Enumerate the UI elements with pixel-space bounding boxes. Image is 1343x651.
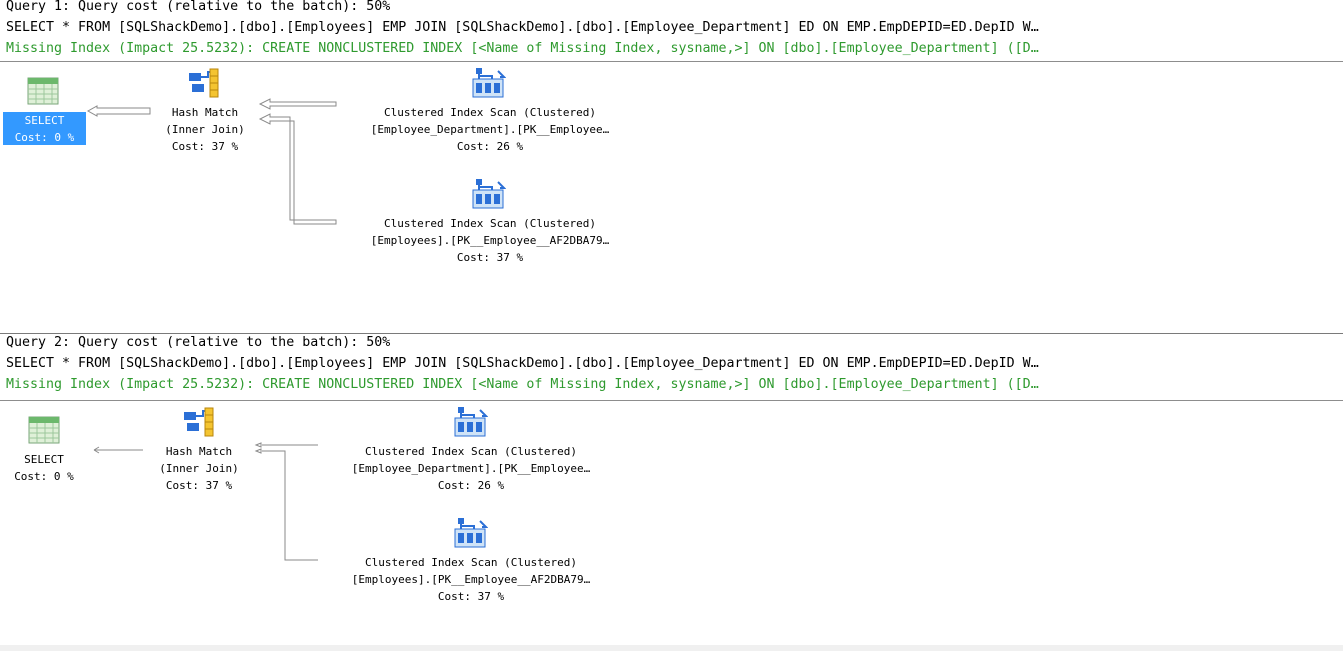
scan-1-node[interactable]: Clustered Index Scan (Clustered) [Employ… (330, 104, 650, 155)
clustered-index-scan-icon[interactable] (454, 517, 489, 553)
query-2-plan-pane[interactable]: Query 2: Query cost (relative to the bat… (0, 333, 1343, 645)
hash-match-node[interactable]: Hash Match (Inner Join) Cost: 37 % (134, 443, 264, 494)
select-icon[interactable] (27, 77, 59, 109)
hash-match-icon[interactable] (183, 407, 215, 441)
select-node-label: SELECT (24, 114, 65, 127)
scan-1-cost: Cost: 26 % (437, 479, 505, 492)
select-node-cost: Cost: 0 % (14, 470, 74, 483)
scan-1-object: [Employee_Department].[PK__Employee… (370, 123, 610, 136)
select-node-selection[interactable]: SELECT Cost: 0 % (3, 112, 86, 145)
query-1-plan-pane[interactable]: Query 1: Query cost (relative to the bat… (0, 0, 1343, 333)
hash-match-sub: (Inner Join) (159, 462, 239, 475)
query-1-plan-arrows (86, 98, 337, 225)
scan-1-node[interactable]: Clustered Index Scan (Clustered) [Employ… (311, 443, 631, 494)
select-node-label: SELECT (24, 453, 64, 466)
select-node[interactable]: SELECT Cost: 0 % (0, 451, 88, 485)
scan-2-cost: Cost: 37 % (456, 251, 524, 264)
scan-2-label: Clustered Index Scan (Clustered) (365, 556, 577, 569)
scan-1-label: Clustered Index Scan (Clustered) (365, 445, 577, 458)
scan-1-label: Clustered Index Scan (Clustered) (384, 106, 596, 119)
hash-match-node[interactable]: Hash Match (Inner Join) Cost: 37 % (140, 104, 270, 155)
hash-match-icon[interactable] (188, 68, 220, 102)
select-node-cost: Cost: 0 % (14, 131, 75, 144)
clustered-index-scan-icon[interactable] (472, 67, 507, 103)
scan-1-object: [Employee_Department].[PK__Employee… (351, 462, 591, 475)
hash-match-sub: (Inner Join) (165, 123, 245, 136)
scan-2-cost: Cost: 37 % (437, 590, 505, 603)
hash-match-label: Hash Match (165, 445, 233, 458)
clustered-index-scan-icon[interactable] (472, 178, 507, 214)
select-icon[interactable] (28, 416, 60, 448)
horizontal-scrollbar-track[interactable] (0, 645, 1343, 651)
scan-1-cost: Cost: 26 % (456, 140, 524, 153)
arrow-scan1-to-hash (258, 98, 337, 110)
scan-2-object: [Employees].[PK__Employee__AF2DBA79… (370, 234, 610, 247)
arrow-scan2-to-hash (262, 450, 318, 561)
scan-2-object: [Employees].[PK__Employee__AF2DBA79… (351, 573, 591, 586)
hash-match-cost: Cost: 37 % (171, 140, 239, 153)
hash-match-cost: Cost: 37 % (165, 479, 233, 492)
clustered-index-scan-icon[interactable] (454, 406, 489, 442)
scan-2-node[interactable]: Clustered Index Scan (Clustered) [Employ… (330, 215, 650, 266)
scan-2-label: Clustered Index Scan (Clustered) (384, 217, 596, 230)
hash-match-label: Hash Match (171, 106, 239, 119)
scan-2-node[interactable]: Clustered Index Scan (Clustered) [Employ… (311, 554, 631, 605)
arrow-scan2-to-hash (258, 113, 337, 225)
